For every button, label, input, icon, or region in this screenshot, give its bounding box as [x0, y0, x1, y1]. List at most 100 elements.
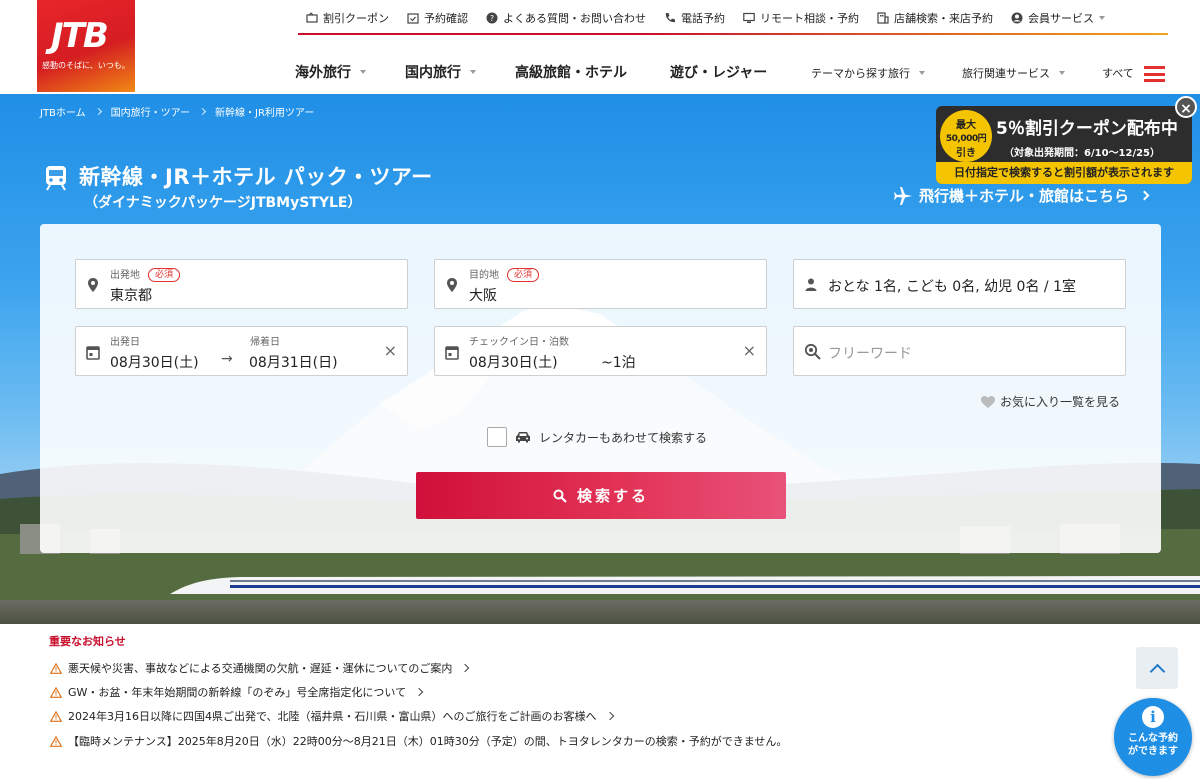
nav-services-label: 旅行関連サービス [962, 67, 1050, 80]
freeword-placeholder: フリーワード [828, 346, 912, 362]
utility-nav: 割引クーポン 予約確認 ? よくある質問・お問い合わせ 電話予約 リモート相談・… [306, 8, 1105, 28]
help-line2: ができます [1128, 746, 1178, 757]
chevron-right-icon [605, 711, 614, 721]
chevron-right-icon [94, 107, 102, 116]
coupon-badge: 最大 50,000円 引き [940, 110, 992, 162]
util-coupon[interactable]: 割引クーポン [306, 10, 389, 26]
nav-leisure[interactable]: 遊び・レジャー [670, 62, 767, 82]
util-reservation-check[interactable]: 予約確認 [407, 10, 468, 26]
person-icon [805, 278, 817, 291]
return-date-label: 帰着日 [250, 337, 280, 348]
departure-field[interactable]: 出発地 必須 東京都 [75, 259, 408, 309]
rental-car-checkbox[interactable] [487, 427, 507, 447]
back-to-top-button[interactable] [1136, 647, 1178, 689]
notice-item[interactable]: 悪天候や災害、事故などによる交通機関の欠航・遅延・運休についてのご案内 [50, 660, 470, 676]
coupon-note: 日付指定で検索すると割引額が表示されます [936, 162, 1192, 184]
nav-luxury[interactable]: 高級旅館・ホテル [515, 62, 627, 82]
help-text: こんな予約 ができます [1114, 732, 1192, 758]
logo-wordmark: JTB [51, 16, 109, 56]
monitor-icon [743, 12, 755, 23]
nav-all[interactable]: すべて [1102, 65, 1134, 81]
location-pin-icon [447, 278, 457, 292]
calendar-icon [86, 346, 100, 360]
badge-line3: 引き [956, 148, 976, 159]
flight-link-label: 飛行機＋ホテル・旅館はこちら [919, 187, 1130, 205]
util-store[interactable]: 店舗検索・来店予約 [877, 10, 993, 26]
destination-field[interactable]: 目的地 必須 大阪 [434, 259, 767, 309]
util-faq-label: よくある質問・お問い合わせ [503, 12, 646, 25]
breadcrumb-domestic[interactable]: 国内旅行・ツアー [111, 104, 190, 119]
car-icon [516, 432, 530, 443]
util-remote[interactable]: リモート相談・予約 [743, 10, 859, 26]
departure-value: 東京都 [110, 288, 152, 304]
rental-car-option[interactable]: レンタカーもあわせて検索する [487, 427, 707, 447]
util-phone[interactable]: 電話予約 [664, 10, 725, 26]
arrow-right-icon: → [221, 351, 233, 367]
checkin-date-value: 08月30日(土) [469, 355, 558, 371]
nav-services[interactable]: 旅行関連サービス [962, 65, 1065, 81]
heart-icon [981, 395, 995, 408]
user-icon [1011, 12, 1023, 24]
coupon-banner[interactable]: 最大 50,000円 引き 5％割引クーポン配布中 （対象出発期間：6/10～1… [936, 106, 1192, 184]
nav-theme-label: テーマから探す旅行 [811, 67, 910, 80]
clear-dates-icon[interactable]: × [384, 343, 397, 359]
nav-all-label: すべて [1102, 67, 1134, 80]
chevron-down-icon [1099, 16, 1105, 20]
chevron-right-icon [1139, 190, 1150, 201]
coupon-close-button[interactable]: × [1175, 96, 1197, 118]
breadcrumb-current: 新幹線・JR利用ツアー [215, 108, 315, 119]
rail-track [0, 600, 1200, 624]
rental-car-label: レンタカーもあわせて検索する [539, 430, 708, 445]
search-button-label: 検索する [576, 487, 649, 505]
nights-value: ~1泊 [601, 355, 636, 371]
util-faq[interactable]: ? よくある質問・お問い合わせ [486, 10, 646, 26]
clear-checkin-icon[interactable]: × [743, 343, 756, 359]
shinkansen-train-image [170, 576, 1200, 594]
notice-text: 【臨時メンテナンス】2025年8月20日（水）22時00分～8月21日（木）01… [68, 735, 788, 748]
destination-label: 目的地 必須 [469, 266, 540, 282]
nav-domestic[interactable]: 国内旅行 [405, 62, 476, 82]
warning-icon [50, 735, 62, 747]
breadcrumb: JTBホーム 国内旅行・ツアー 新幹線・JR利用ツアー [40, 104, 314, 119]
departure-label-text: 出発地 [110, 270, 140, 281]
destination-value: 大阪 [469, 288, 497, 304]
util-reservation-check-label: 予約確認 [424, 12, 468, 25]
chevron-down-icon [470, 70, 476, 74]
nav-overseas[interactable]: 海外旅行 [295, 62, 366, 82]
travel-dates-field[interactable]: 出発日 08月30日(土) → 帰着日 08月31日(日) × [75, 326, 408, 376]
nav-overseas-label: 海外旅行 [295, 65, 351, 81]
notice-text: GW・お盆・年末年始期間の新幹線「のぞみ」号全席指定化について [68, 686, 407, 699]
required-badge: 必須 [148, 268, 181, 282]
search-button[interactable]: 検索する [416, 472, 786, 519]
main-nav: 海外旅行 国内旅行 高級旅館・ホテル 遊び・レジャー テーマから探す旅行 旅行関… [0, 62, 1200, 88]
flight-hotel-link[interactable]: 飛行機＋ホテル・旅館はこちら [893, 185, 1150, 206]
badge-line1: 最大 [956, 120, 976, 131]
freeword-field[interactable]: フリーワード [793, 326, 1126, 376]
coupon-period: （対象出発期間：6/10～12/25） [1004, 148, 1161, 159]
util-member[interactable]: 会員サービス [1011, 10, 1105, 26]
util-remote-label: リモート相談・予約 [760, 12, 859, 25]
favorites-link[interactable]: お気に入り一覧を見る [980, 393, 1120, 410]
chevron-down-icon [919, 71, 925, 75]
departure-date-value: 08月30日(土) [110, 355, 199, 371]
guests-field[interactable]: おとな 1名, こども 0名, 幼児 0名 / 1室 [793, 259, 1126, 309]
location-pin-icon [88, 278, 98, 292]
breadcrumb-home[interactable]: JTBホーム [40, 104, 86, 119]
coupon-icon [306, 12, 318, 23]
notice-item[interactable]: 2024年3月16日以降に四国4県ご出発で、北陸（福井県・石川県・富山県）へのご… [50, 708, 614, 724]
nav-leisure-label: 遊び・レジャー [670, 65, 768, 81]
notice-item[interactable]: 【臨時メンテナンス】2025年8月20日（水）22時00分～8月21日（木）01… [50, 733, 787, 749]
search-icon [804, 343, 821, 360]
menu-icon[interactable] [1144, 66, 1165, 82]
notice-item[interactable]: GW・お盆・年末年始期間の新幹線「のぞみ」号全席指定化について [50, 684, 424, 700]
chevron-right-icon [461, 663, 470, 673]
checkin-field[interactable]: チェックイン日・泊数 08月30日(土) ~1泊 × [434, 326, 767, 376]
util-store-label: 店舗検索・来店予約 [894, 12, 993, 25]
info-icon: i [1142, 706, 1164, 728]
departure-label: 出発地 必須 [110, 266, 181, 282]
nav-theme[interactable]: テーマから探す旅行 [811, 65, 925, 81]
train-icon [46, 166, 66, 191]
help-bubble[interactable]: i こんな予約 ができます [1114, 698, 1192, 776]
guests-value: おとな 1名, こども 0名, 幼児 0名 / 1室 [828, 279, 1076, 295]
calendar-check-icon [407, 13, 419, 24]
